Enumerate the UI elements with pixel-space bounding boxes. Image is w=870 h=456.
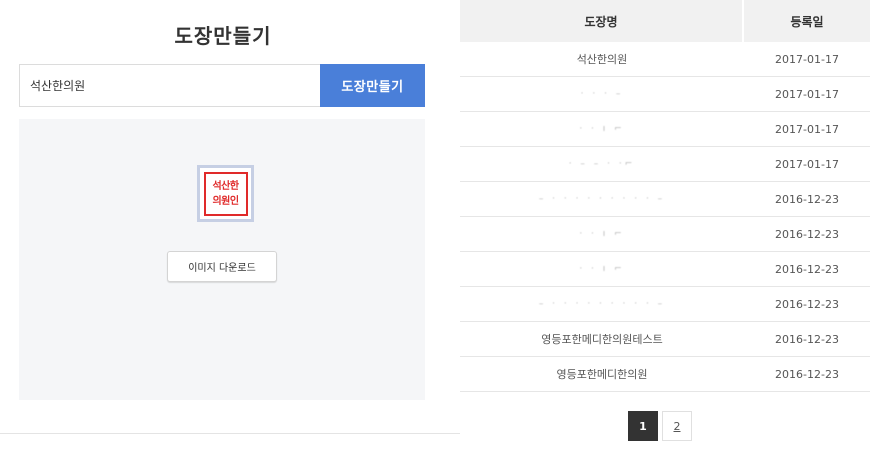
row-seal-name[interactable]: – · · · · · · · · · – [460,287,744,321]
row-seal-name[interactable]: · · ı ⌐ [460,217,744,251]
row-seal-name[interactable]: · · · – [460,77,744,111]
table-body: 석산한의원 2017-01-17 · · · – 2017-01-17 · · ı ⌐ 2… [460,42,870,392]
table-row[interactable]: – · · · · · · · · · – 2016-12-23 [460,182,870,217]
table-row[interactable]: · · ı ⌐ 2016-12-23 [460,252,870,287]
row-seal-name[interactable]: · – – · ·⌐ [460,147,744,181]
seal-preview-area: 석산한 의원인 이미지 다운로드 [19,119,425,400]
header-reg-date: 등록일 [744,0,870,42]
seal-name-text: 석산한의원 [576,53,628,66]
table-row[interactable]: · · ı ⌐ 2017-01-17 [460,112,870,147]
table-row[interactable]: · · · – 2017-01-17 [460,77,870,112]
make-seal-button[interactable]: 도장만들기 [320,64,425,107]
seal-name-text: · · · – [580,89,624,99]
row-seal-name[interactable]: 영등포한메디한의원테스트 [460,322,744,356]
table-row[interactable]: 석산한의원 2017-01-17 [460,42,870,77]
page-1-button[interactable]: 1 [628,411,658,441]
seal-name-text: · · ı ⌐ [579,124,625,134]
seal-stamp-image: 석산한 의원인 [203,171,248,216]
header-seal-name: 도장명 [460,0,742,42]
seal-name-text: · · ı ⌐ [579,264,625,274]
seal-name-text: 영등포한메디한의원테스트 [541,333,663,346]
row-reg-date: 2016-12-23 [775,332,839,346]
seal-image-frame: 석산한 의원인 [197,165,254,222]
page-title: 도장만들기 [174,24,272,48]
row-seal-name[interactable]: 석산한의원 [460,42,744,76]
seal-list-table: 도장명 등록일 석산한의원 2017-01-17 · · · – 2017-01-17… [460,0,870,392]
row-reg-date: 2017-01-17 [775,87,839,101]
image-download-button[interactable]: 이미지 다운로드 [167,251,277,282]
table-row[interactable]: · – – · ·⌐ 2017-01-17 [460,147,870,182]
page-2-button[interactable]: 2 [662,411,692,441]
table-header: 도장명 등록일 [460,0,870,42]
seal-maker-panel: 도장만들기 도장만들기 석산한 의원인 이미지 다운로드 [0,0,446,434]
table-row[interactable]: 영등포한메디한의원 2016-12-23 [460,357,870,392]
seal-name-text: · · ı ⌐ [579,229,625,239]
seal-name-text: · – – · ·⌐ [568,159,636,169]
seal-name-text: – · · · · · · · · · – [538,299,666,309]
row-seal-name[interactable]: – · · · · · · · · · – [460,182,744,216]
row-seal-name[interactable]: · · ı ⌐ [460,112,744,146]
row-reg-date: 2017-01-17 [775,157,839,171]
row-reg-date: 2017-01-17 [775,122,839,136]
seal-name-input[interactable] [19,64,320,107]
left-divider [0,433,460,434]
row-seal-name[interactable]: · · ı ⌐ [460,252,744,286]
seal-text-line-1: 석산한 [212,180,239,192]
pagination: 1 2 [628,411,692,441]
row-reg-date: 2016-12-23 [775,367,839,381]
seal-name-text: – · · · · · · · · · – [538,194,666,204]
seal-name-text: 영등포한메디한의원 [556,368,648,381]
row-reg-date: 2016-12-23 [775,192,839,206]
row-reg-date: 2016-12-23 [775,227,839,241]
row-reg-date: 2017-01-17 [775,52,839,66]
row-reg-date: 2016-12-23 [775,262,839,276]
table-row[interactable]: 영등포한메디한의원테스트 2016-12-23 [460,322,870,357]
seal-text-line-2: 의원인 [212,195,239,207]
row-seal-name[interactable]: 영등포한메디한의원 [460,357,744,391]
table-row[interactable]: · · ı ⌐ 2016-12-23 [460,217,870,252]
table-row[interactable]: – · · · · · · · · · – 2016-12-23 [460,287,870,322]
row-reg-date: 2016-12-23 [775,297,839,311]
